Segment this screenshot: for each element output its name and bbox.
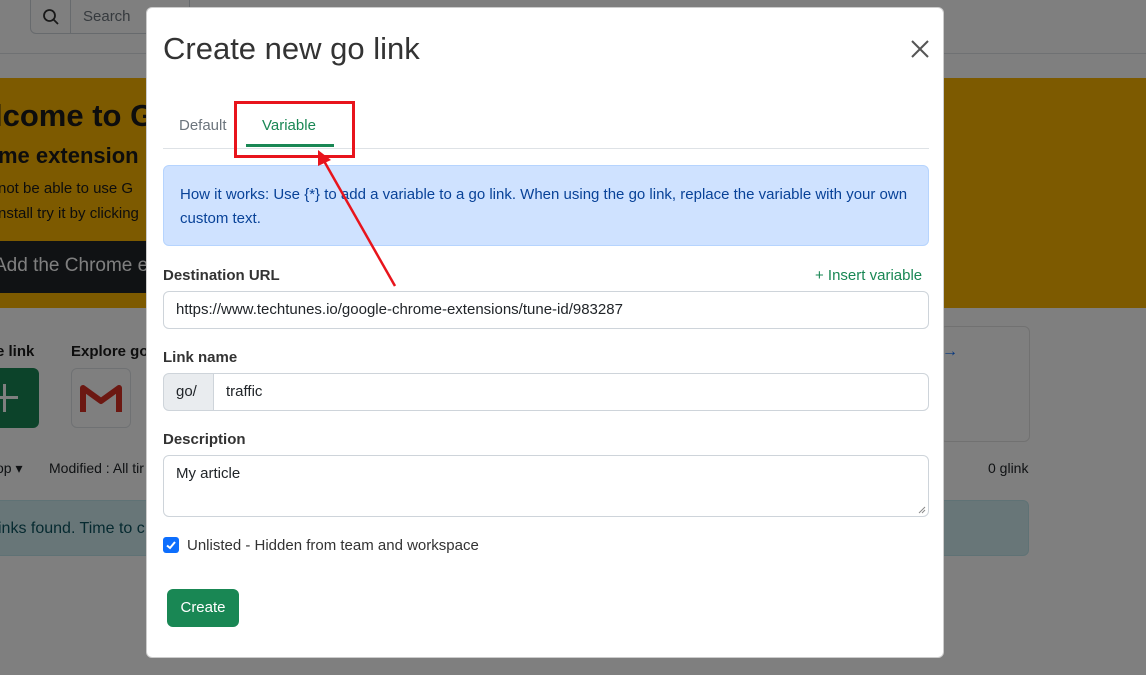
modal-title: Create new go link [163, 31, 420, 66]
resize-grip-icon[interactable] [918, 506, 926, 514]
description-label: Description [163, 431, 246, 448]
go-prefix: go/ [163, 373, 214, 411]
destination-url-input[interactable]: https://www.techtunes.io/google-chrome-e… [163, 291, 929, 329]
unlisted-label[interactable]: Unlisted - Hidden from team and workspac… [187, 537, 479, 554]
create-button[interactable]: Create [167, 589, 239, 627]
check-icon [166, 541, 176, 550]
info-alert: How it works: Use {*} to add a variable … [163, 165, 929, 246]
destination-url-label: Destination URL [163, 267, 280, 284]
link-name-label: Link name [163, 349, 238, 366]
unlisted-checkbox[interactable] [163, 537, 179, 553]
insert-variable-link[interactable]: + Insert variable [815, 267, 922, 284]
annotation-highlight-box [234, 101, 355, 158]
close-icon[interactable] [905, 34, 935, 64]
description-textarea[interactable]: My article [163, 455, 929, 517]
unlisted-row: Unlisted - Hidden from team and workspac… [163, 536, 479, 554]
link-name-group: go/ traffic [163, 373, 929, 411]
link-name-input[interactable]: traffic [213, 373, 929, 411]
tab-default[interactable]: Default [179, 117, 227, 134]
description-text: My article [176, 465, 241, 482]
